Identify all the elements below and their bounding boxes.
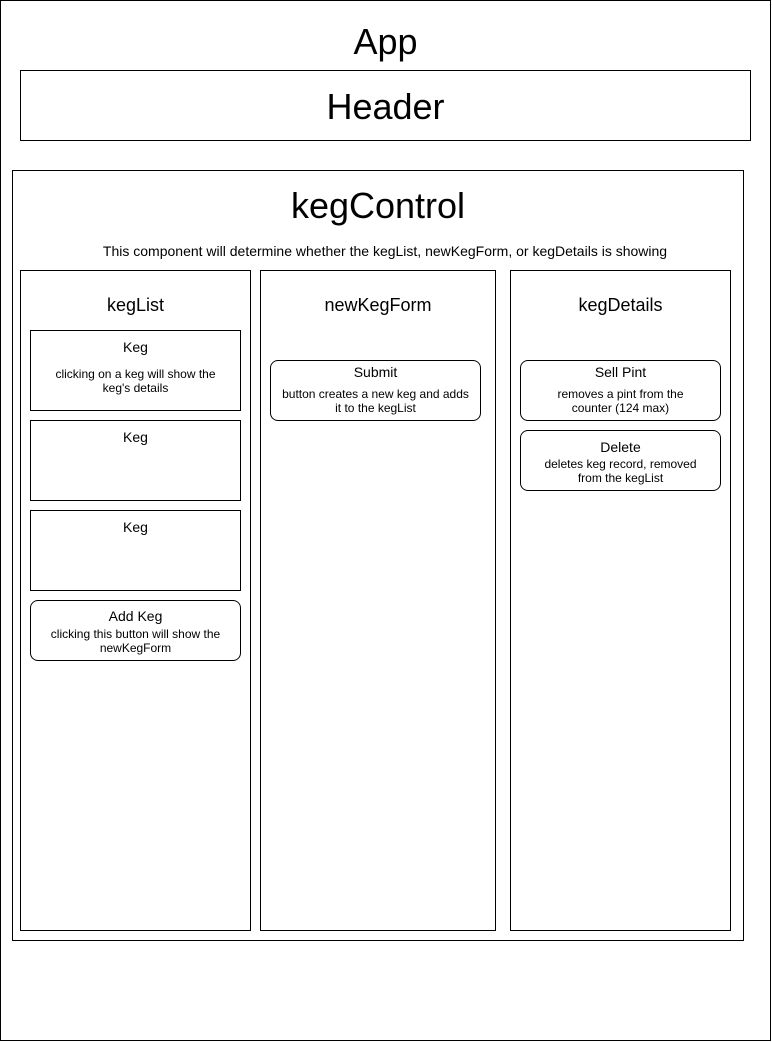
- add-keg-button-title: Add Keg: [108, 608, 163, 624]
- keg-item-title: Keg: [123, 429, 148, 445]
- add-keg-button-note: clicking this button will show the: [50, 627, 221, 641]
- delete-button-title: Delete: [600, 439, 641, 455]
- submit-button-note: it to the kegList: [335, 401, 416, 415]
- sell-pint-button-note: counter (124 max): [571, 401, 670, 415]
- header-title: Header: [326, 86, 445, 127]
- delete-button-note: deletes keg record, removed: [544, 457, 697, 471]
- keg-list-title: kegList: [106, 295, 165, 315]
- keg-item-title: Keg: [123, 519, 148, 535]
- keg-control-description: This component will determine whether th…: [102, 243, 668, 259]
- new-keg-form-title: newKegForm: [324, 295, 432, 315]
- submit-button-note: button creates a new keg and adds: [282, 387, 469, 401]
- app-title: App: [353, 21, 418, 62]
- add-keg-button-note: newKegForm: [99, 641, 172, 655]
- submit-button-title: Submit: [353, 364, 398, 380]
- keg-item-title: Keg: [123, 339, 148, 355]
- delete-button-note: from the kegList: [577, 471, 664, 485]
- keg-item-note: keg's details: [102, 381, 169, 395]
- keg-item-note: clicking on a keg will show the: [55, 367, 216, 381]
- keg-details-title: kegDetails: [578, 295, 663, 315]
- sell-pint-button-note: removes a pint from the: [557, 387, 684, 401]
- keg-control-title: kegControl: [290, 185, 466, 226]
- sell-pint-button-title: Sell Pint: [594, 364, 647, 380]
